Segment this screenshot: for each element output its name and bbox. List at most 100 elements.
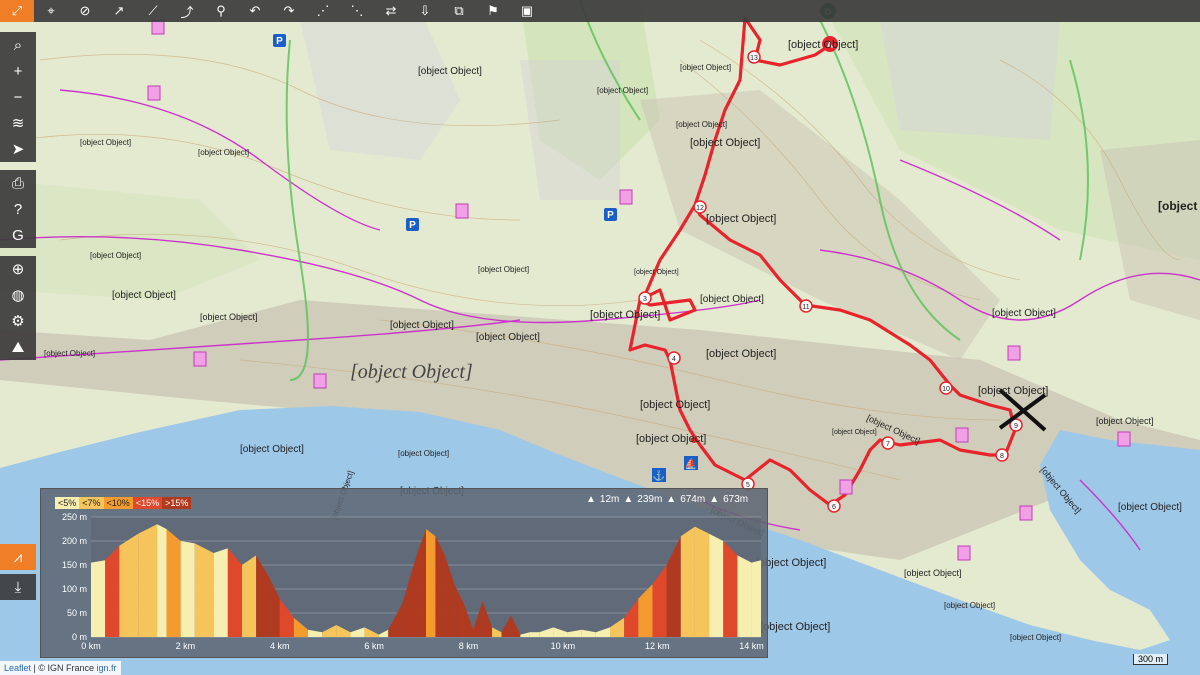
layers-icon[interactable]: ≋ [0, 110, 36, 136]
redo-icon[interactable]: ↷ [272, 0, 306, 22]
map-label: [object Object] [198, 148, 249, 157]
zoom-out-icon[interactable]: − [0, 84, 36, 110]
map-label: [object Object] [904, 568, 962, 578]
y-tick-label: 150 m [62, 560, 87, 570]
legend-item: <7% [79, 497, 104, 509]
ign-link[interactable]: ign.fr [97, 663, 117, 673]
ascent-icon: ▲ [666, 494, 677, 505]
map-label: [object Object] [992, 308, 1056, 319]
x-tick-label: 8 km [459, 641, 479, 651]
svg-text:⛵: ⛵ [685, 457, 697, 470]
expand-icon[interactable]: ⤢ [0, 0, 34, 22]
logo-icon[interactable]: ▣ [510, 0, 544, 22]
x-tick-label: 0 km [81, 641, 101, 651]
map-label: [object Object] [1118, 502, 1182, 513]
elevation-segment [723, 541, 738, 637]
poi-icon [619, 189, 633, 205]
map-label: [object Object] [788, 39, 858, 51]
poi-icon [955, 427, 969, 443]
search-icon[interactable]: ⌕ [0, 32, 36, 58]
map-label: [object Object] [680, 63, 731, 72]
elevation-segment [180, 541, 195, 637]
parking-icon: P [406, 218, 419, 231]
mountain-icon[interactable]: ⛰ [0, 334, 36, 360]
legend-item: <15% [132, 497, 163, 509]
hide-icon[interactable]: ⊘ [68, 0, 102, 22]
elevation-segment [680, 526, 695, 637]
stat-min: 12m [599, 494, 620, 505]
svg-text:P: P [276, 36, 283, 47]
map-label: [object Object] [760, 621, 830, 633]
zoom-in-icon[interactable]: + [0, 58, 36, 84]
route-icon[interactable]: ↗ [102, 0, 136, 22]
top-toolbar: ⤢ ⌖ ⊘ ↗ ⟋ ⤴ ⚲ ↶ ↷ ⋰ ⋱ ⇄ ⇩ ⧉ ⚑ ▣ [0, 0, 1200, 22]
google-icon[interactable]: G [0, 222, 36, 248]
map-label: [object Object] [112, 290, 176, 301]
download-icon[interactable]: ⇩ [408, 0, 442, 22]
y-tick-label: 50 m [67, 608, 87, 618]
elevation-chart[interactable]: 250 m200 m150 m100 m50 m0 m 0 km 2 km 4 km… [41, 489, 769, 659]
path-icon[interactable]: ⋰ [306, 0, 340, 22]
poi-icon [151, 19, 165, 35]
settings-icon[interactable]: ⚙ [0, 308, 36, 334]
elevation-segment [194, 543, 214, 637]
elevation-segment [166, 529, 181, 637]
compass-icon[interactable]: ⌖ [34, 0, 68, 22]
waypoint-label: 8 [1000, 453, 1004, 460]
print-icon[interactable]: ⎙ [0, 170, 36, 196]
x-tick-label: 10 km [551, 641, 576, 651]
x-tick-label: 4 km [270, 641, 290, 651]
path-alt-icon[interactable]: ⋱ [340, 0, 374, 22]
waypoint-label: 6 [832, 504, 836, 511]
map-label: [object Object] [418, 66, 482, 77]
harbour-icon: ⚓ [652, 468, 666, 482]
elevation-stats: ▲ 12m ▲ 239m ▲ 674m ▲ 673m [586, 494, 748, 505]
elevation-segment [105, 545, 120, 637]
poi-icon [455, 203, 469, 219]
elevation-segment [241, 555, 257, 637]
map-label: [object Object] [590, 309, 660, 321]
slope-legend: <5% <7% <10% <15% >15% [55, 497, 192, 509]
bike-icon[interactable]: ⚲ [204, 0, 238, 22]
undo-icon[interactable]: ↶ [238, 0, 272, 22]
poi-icon [839, 479, 853, 495]
pin-icon[interactable]: ⚑ [476, 0, 510, 22]
sailboat-icon: ⛵ [684, 456, 698, 470]
waypoint-label: 9 [1014, 423, 1018, 430]
globe-icon[interactable]: ◍ [0, 282, 36, 308]
stat-descent: 673m [723, 494, 749, 505]
waypoint-label: 11 [802, 304, 809, 311]
locate-icon[interactable]: ➤ [0, 136, 36, 162]
ruler-icon[interactable]: ⟋ [136, 0, 170, 22]
parking-icon: P [273, 34, 286, 47]
export-icon[interactable]: ⤓ [0, 574, 36, 600]
elevation-chart-icon[interactable]: ⩘ [0, 544, 36, 570]
help-icon[interactable]: ? [0, 196, 36, 222]
poi-icon [193, 351, 207, 367]
poi-icon [1117, 431, 1131, 447]
crosshair-icon[interactable]: ⊕ [0, 256, 36, 282]
descent-icon: ▲ [709, 494, 720, 505]
svg-text:P: P [409, 220, 416, 231]
legend-item: <10% [103, 497, 133, 509]
svg-text:⚓: ⚓ [653, 469, 665, 482]
elevation-segment [138, 524, 158, 637]
map-label: [object Object] [1158, 199, 1200, 213]
map-label: [object Object] [690, 137, 760, 149]
map-label: [object Object] [706, 213, 776, 225]
poi-icon [313, 373, 327, 389]
mountain-icon: ▲ [623, 494, 634, 505]
map-label: [object Object] [350, 361, 473, 383]
swap-icon[interactable]: ⇄ [374, 0, 408, 22]
leaflet-link[interactable]: Leaflet [4, 663, 31, 673]
scale-bar: 300 m [1132, 654, 1168, 665]
split-icon[interactable]: ⧉ [442, 0, 476, 22]
elevation-segment [751, 560, 761, 637]
route-alt-icon[interactable]: ⤴ [170, 0, 204, 22]
y-tick-label: 100 m [62, 584, 87, 594]
poi-icon [1019, 505, 1033, 521]
map-label: [object Object] [398, 449, 449, 458]
stat-ascent: 674m [680, 494, 706, 505]
legend-item: <5% [55, 497, 80, 509]
map-label: [object Object] [597, 86, 648, 95]
